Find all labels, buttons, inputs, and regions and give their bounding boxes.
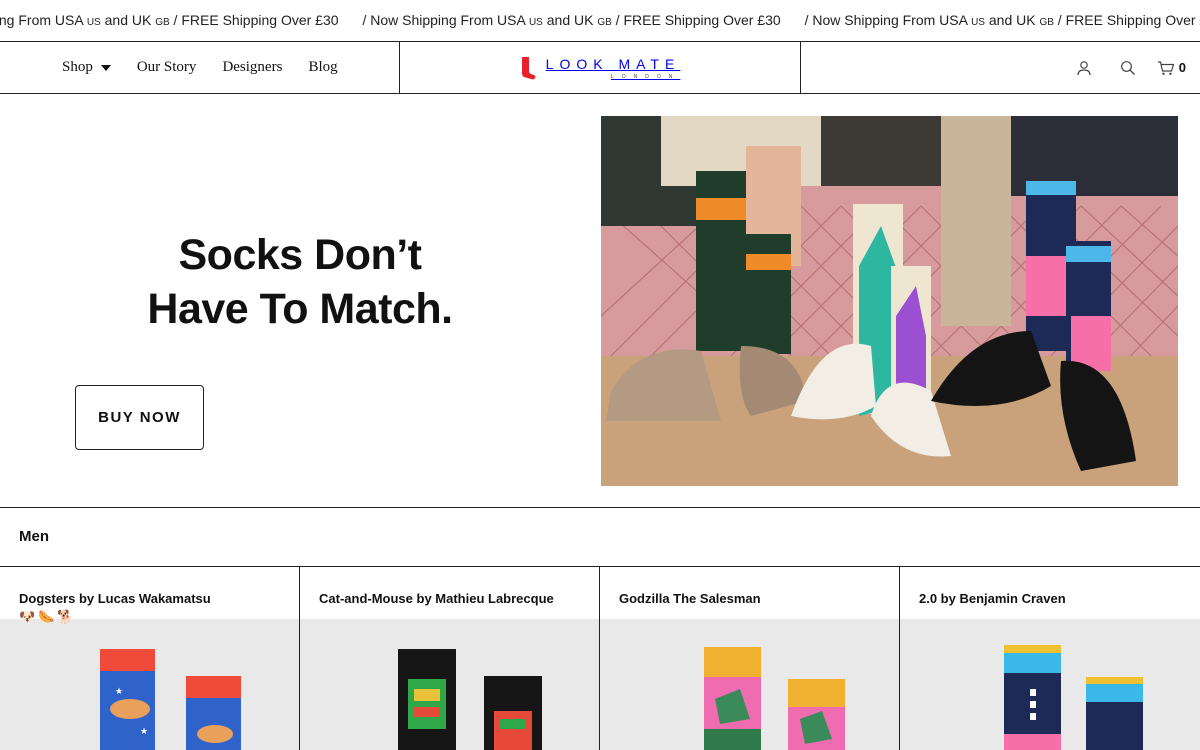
announcement-text: ping From USA xyxy=(0,12,83,28)
hero-title-line-2: Have To Match. xyxy=(147,285,453,333)
hero-title-line-1: Socks Don’t xyxy=(178,231,423,279)
product-image[interactable] xyxy=(300,619,599,750)
nav-shop[interactable]: Shop xyxy=(62,59,111,76)
logo-subtext: LONDON xyxy=(610,73,681,80)
product-card[interactable]: Godzilla The Salesman xyxy=(600,567,900,750)
announcement-text: and UK xyxy=(984,12,1040,28)
product-image[interactable] xyxy=(600,619,899,750)
header-icons: 0 xyxy=(1055,42,1186,93)
account-button[interactable] xyxy=(1069,53,1099,83)
sock-pair-illustration xyxy=(704,647,845,750)
search-icon xyxy=(1120,60,1135,75)
announcement-segment-1: ping From USA US and UK GB / FREE Shippi… xyxy=(0,12,339,28)
product-grid: Dogsters by Lucas Wakamatsu 🐶🌭🐕 ★ ★ Cat-… xyxy=(0,567,1200,750)
buy-now-button[interactable]: BUY NOW xyxy=(75,385,204,450)
product-name[interactable]: Cat-and-Mouse by Mathieu Labrecque xyxy=(319,588,579,609)
logo[interactable]: LOOK MATE LONDON xyxy=(520,56,681,80)
us-tag: US xyxy=(86,17,101,28)
svg-text:★: ★ xyxy=(140,727,148,737)
announcement-text: / FREE Shipping Over £30 xyxy=(611,12,781,28)
cart-button[interactable]: 0 xyxy=(1157,53,1186,83)
nav-designers[interactable]: Designers xyxy=(222,59,282,76)
logo-wordmark: LOOK MATE LONDON xyxy=(536,56,681,80)
announcement-segment-2: / Now Shipping From USA US and UK GB / F… xyxy=(362,12,780,28)
hero-title: Socks Don’t Have To Match. xyxy=(100,228,500,336)
nav-our-story[interactable]: Our Story xyxy=(137,59,197,76)
sock-pair-illustration xyxy=(1004,645,1143,750)
cart-count: 0 xyxy=(1178,60,1186,75)
product-name[interactable]: Godzilla The Salesman xyxy=(619,588,879,609)
site-header: Shop Our Story Designers Blog LOOK MATE … xyxy=(0,42,1200,94)
hero-section: Socks Don’t Have To Match. BUY NOW xyxy=(0,94,1200,508)
sock-pair-illustration: ★ ★ xyxy=(100,649,241,750)
caret-down-icon xyxy=(100,64,111,71)
logo-container: LOOK MATE LONDON xyxy=(400,42,801,93)
announcement-bar: ping From USA US and UK GB / FREE Shippi… xyxy=(0,0,1200,42)
hero-photo-illustration xyxy=(601,116,1178,486)
sock-logo-icon xyxy=(521,56,536,79)
main-nav: Shop Our Story Designers Blog xyxy=(0,42,400,93)
product-card[interactable]: Cat-and-Mouse by Mathieu Labrecque xyxy=(300,567,600,750)
announcement-text: / Now Shipping From USA xyxy=(804,12,972,28)
product-emojis: 🐶🌭🐕 xyxy=(19,609,77,624)
nav-blog[interactable]: Blog xyxy=(308,59,337,76)
product-name[interactable]: 2.0 by Benjamin Craven xyxy=(919,588,1179,609)
logo-text: LOOK MATE xyxy=(545,55,681,72)
announcement-text: / FREE Shipping Over £30 xyxy=(169,12,339,28)
announcement-track: ping From USA US and UK GB / FREE Shippi… xyxy=(0,12,1200,28)
product-name[interactable]: Dogsters by Lucas Wakamatsu xyxy=(19,588,279,609)
us-tag: US xyxy=(528,17,543,28)
section-header: Men xyxy=(0,508,1200,567)
nav-shop-label: Shop xyxy=(62,59,93,75)
search-button[interactable] xyxy=(1113,53,1143,83)
gb-tag: GB xyxy=(1039,17,1054,28)
hero-image xyxy=(601,116,1178,486)
announcement-text: / FREE Shipping Over £30 xyxy=(1057,12,1200,28)
product-image[interactable] xyxy=(900,619,1200,750)
cart-icon xyxy=(1157,60,1175,75)
announcement-text: and UK xyxy=(100,12,156,28)
product-card[interactable]: 2.0 by Benjamin Craven xyxy=(900,567,1200,750)
gb-tag: GB xyxy=(597,17,612,28)
gb-tag: GB xyxy=(155,17,170,28)
product-card[interactable]: Dogsters by Lucas Wakamatsu 🐶🌭🐕 ★ ★ xyxy=(0,567,300,750)
user-icon xyxy=(1077,60,1091,75)
section-title: Men xyxy=(19,528,49,545)
sock-pair-illustration xyxy=(398,649,542,750)
announcement-text: / Now Shipping From USA xyxy=(362,12,529,28)
us-tag: US xyxy=(971,17,985,28)
product-image[interactable]: ★ ★ xyxy=(0,619,299,750)
announcement-text: and UK xyxy=(542,12,598,28)
svg-text:★: ★ xyxy=(115,687,123,697)
announcement-segment-3: / Now Shipping From USA US and UK GB / F… xyxy=(805,12,1200,28)
